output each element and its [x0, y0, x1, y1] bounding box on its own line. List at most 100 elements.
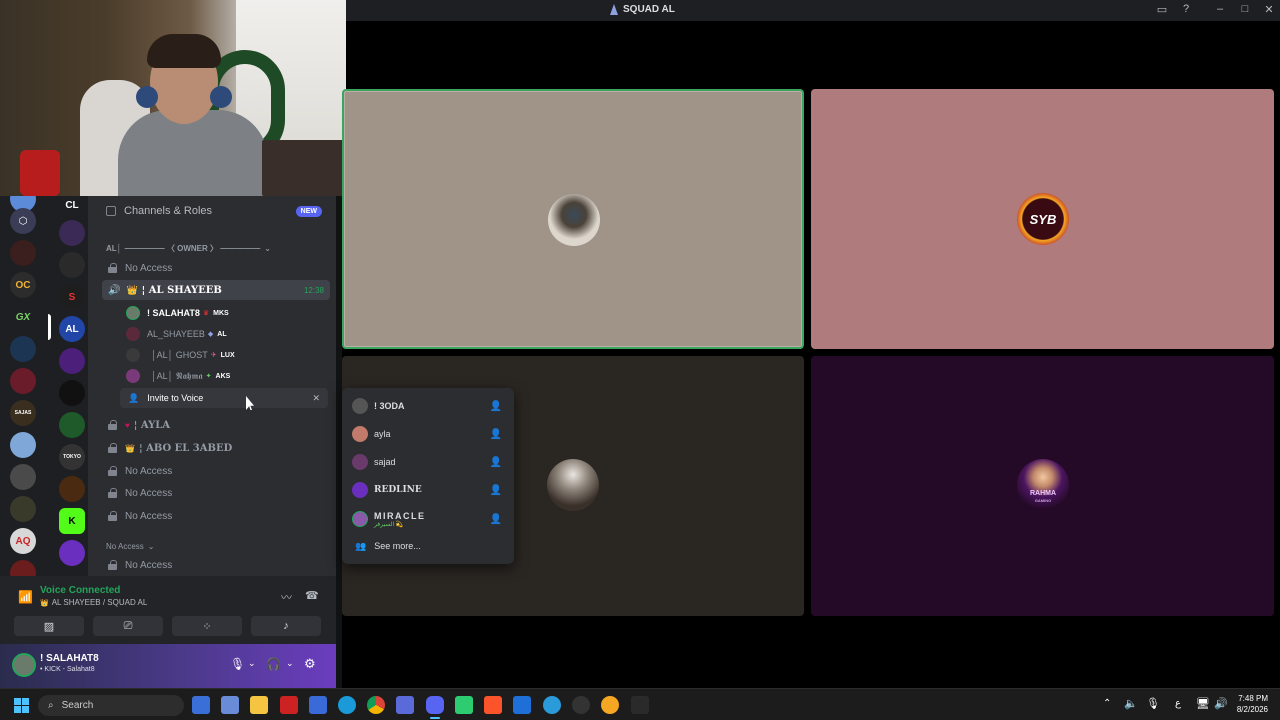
windows-start-icon[interactable] — [14, 698, 29, 713]
network-icon[interactable]: 🖥 — [1196, 697, 1210, 710]
microphone-icon[interactable]: 🎙 — [1146, 697, 1160, 710]
server-icon[interactable] — [10, 336, 36, 362]
voice-channel[interactable]: 👑 ¦ ABO EL 3ABED — [108, 441, 232, 455]
tile-syb[interactable]: SYB — [811, 89, 1274, 349]
chevron-down-icon[interactable]: ⌄ — [248, 658, 256, 669]
server-gx[interactable]: GX — [10, 304, 36, 330]
server-icon[interactable] — [59, 220, 85, 246]
volume-icon[interactable]: 🔊 — [1214, 697, 1228, 710]
user-name[interactable]: ! SALAHAT8 — [40, 653, 99, 664]
server-icon[interactable] — [10, 368, 36, 394]
noise-suppression-icon[interactable]: 〰 — [281, 589, 292, 605]
add-user-icon[interactable]: 👤 — [490, 485, 502, 496]
server-icon[interactable]: S — [59, 284, 85, 310]
voice-status[interactable]: Voice Connected — [40, 585, 120, 596]
invite-item[interactable]: ayla 👤 — [352, 424, 508, 444]
taskbar-app-icon[interactable] — [513, 696, 531, 714]
chrome-icon[interactable] — [367, 696, 385, 714]
add-user-icon[interactable]: 👤 — [490, 457, 502, 468]
invite-item[interactable]: ! 3ODA 👤 — [352, 396, 508, 416]
camera-off-button[interactable]: ▨ — [14, 616, 84, 636]
maximize-icon[interactable]: □ — [1238, 3, 1252, 15]
voice-channel[interactable]: ♥ ¦ AYLA — [108, 418, 170, 432]
invite-item[interactable]: MIRACLE السيرفر 💫 👤 — [352, 507, 508, 531]
edge-icon[interactable] — [338, 696, 356, 714]
add-user-icon[interactable]: 👤 — [490, 514, 502, 525]
server-icon[interactable] — [59, 348, 85, 374]
voice-member[interactable]: AL_SHAYEEB ◆ AL — [126, 327, 227, 341]
taskbar-app-icon[interactable] — [601, 696, 619, 714]
settings-icon[interactable]: ⚙ — [304, 656, 316, 672]
server-k[interactable]: K — [59, 508, 85, 534]
server-icon[interactable] — [10, 432, 36, 458]
tile-rahma[interactable]: RAHMA GAMING — [811, 356, 1274, 616]
taskbar-app-icon[interactable] — [455, 696, 473, 714]
voice-member[interactable]: │AL│ GHOST ✈ LUX — [126, 348, 235, 362]
voice-member[interactable]: ! SALAHAT8 ♛ MKS — [126, 306, 229, 320]
language-indicator[interactable]: ع — [1175, 698, 1181, 709]
invite-item[interactable]: sajad 👤 — [352, 452, 508, 472]
server-icon[interactable] — [10, 496, 36, 522]
voice-location[interactable]: 👑 AL SHAYEEB / SQUAD AL — [40, 598, 147, 607]
server-icon[interactable] — [59, 380, 85, 406]
server-icon[interactable] — [59, 476, 85, 502]
category-owner[interactable]: AL│ ————— 〈 OWNER 〉 ————— ⌄ — [106, 242, 271, 254]
taskbar-app-icon[interactable] — [192, 696, 210, 714]
close-icon[interactable]: ✕ — [1262, 3, 1276, 16]
taskbar-app-icon[interactable] — [543, 696, 561, 714]
brave-icon[interactable] — [484, 696, 502, 714]
screen-share-button[interactable]: ⎚ — [93, 616, 163, 636]
server-oc[interactable]: OC — [10, 272, 36, 298]
server-icon[interactable] — [59, 252, 85, 278]
taskbar-app-icon[interactable] — [572, 696, 590, 714]
headphones-icon[interactable]: 🎧 — [266, 657, 281, 671]
taskbar-app-icon[interactable] — [631, 696, 649, 714]
close-icon[interactable]: ✕ — [312, 393, 320, 404]
channel-row[interactable]: No Access — [108, 486, 172, 500]
clock[interactable]: 7:48 PM 8/2/2026 — [1232, 693, 1268, 715]
speaker-icon[interactable]: 🔈 — [1124, 697, 1138, 710]
disconnect-icon[interactable]: ☎ — [305, 589, 319, 602]
inbox-icon[interactable]: ▭ — [1155, 3, 1169, 16]
channels-roles-row[interactable]: Channels & Roles NEW — [106, 204, 332, 218]
store-icon[interactable] — [309, 696, 327, 714]
server-al[interactable]: AL — [59, 316, 85, 342]
server-cl[interactable]: CL — [59, 196, 85, 218]
server-icon[interactable] — [10, 240, 36, 266]
file-explorer-icon[interactable] — [250, 696, 268, 714]
microphone-icon[interactable]: 🎙 — [230, 657, 245, 671]
minimize-icon[interactable]: – — [1213, 3, 1227, 15]
soundboard-button[interactable]: ♪ — [251, 616, 321, 636]
chevron-up-icon[interactable]: ⌃ — [1103, 698, 1111, 709]
invite-item[interactable]: REDLINE 👤 — [352, 480, 508, 500]
add-user-icon[interactable]: 👤 — [490, 429, 502, 440]
server-sajas[interactable]: SAJAS — [10, 400, 36, 426]
discord-icon[interactable] — [426, 696, 444, 714]
taskbar-app-icon[interactable] — [221, 696, 239, 714]
help-icon[interactable]: ? — [1179, 3, 1193, 15]
server-icon[interactable] — [59, 412, 85, 438]
taskbar-app-icon[interactable] — [280, 696, 298, 714]
add-user-icon[interactable]: 👤 — [490, 401, 502, 412]
tile-photo-user[interactable] — [342, 89, 804, 349]
channel-row[interactable]: No Access — [108, 509, 172, 523]
channel-row[interactable]: No Access — [108, 464, 172, 478]
voice-channel-active[interactable]: 🔊 👑 ¦ AL SHAYEEB 12:38 — [102, 280, 330, 300]
server-icon[interactable] — [10, 464, 36, 490]
avatar[interactable] — [12, 653, 36, 677]
see-more-row[interactable]: 👥 See more... — [352, 536, 508, 556]
taskbar-app-icon[interactable] — [396, 696, 414, 714]
server-icon[interactable] — [59, 540, 85, 566]
voice-member[interactable]: │AL│ 𝕹𝖆𝖍𝖒𝖆 ✦ AKS — [126, 369, 230, 383]
server-icon[interactable] — [10, 560, 36, 576]
invite-to-voice-row[interactable]: 👤 Invite to Voice ✕ — [120, 388, 328, 408]
server-icon[interactable]: ⬡ — [10, 208, 36, 234]
taskbar-search[interactable]: ⌕ Search — [38, 695, 184, 716]
category-no-access[interactable]: No Access ⌄ — [106, 540, 155, 552]
server-aq[interactable]: AQ — [10, 528, 36, 554]
activities-button[interactable]: ⁘ — [172, 616, 242, 636]
server-tokyo[interactable]: TOKYO — [59, 444, 85, 470]
channel-row[interactable]: No Access — [108, 261, 172, 275]
chevron-down-icon[interactable]: ⌄ — [286, 658, 294, 669]
channel-row[interactable]: No Access — [108, 558, 172, 572]
